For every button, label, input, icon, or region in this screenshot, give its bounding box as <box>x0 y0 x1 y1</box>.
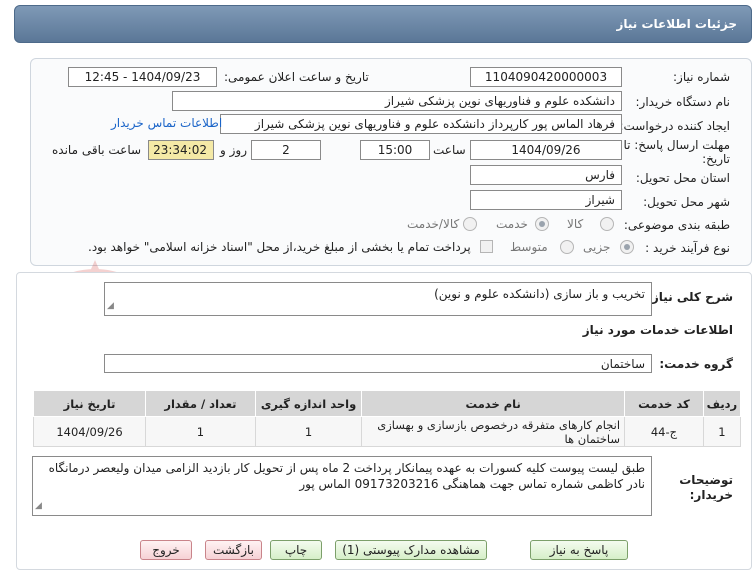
category-radio-khedmat[interactable] <box>535 217 549 231</box>
remaining-time-field: 23:34:02 <box>148 140 214 160</box>
need-number-label: شماره نیاز: <box>673 70 730 84</box>
page-title: جزئیات اطلاعات نیاز <box>616 17 737 31</box>
remaining-label: ساعت باقی مانده <box>52 143 142 157</box>
requester-label: ایجاد کننده درخواست: <box>619 119 730 133</box>
reply-button[interactable]: پاسخ به نیاز <box>530 540 628 560</box>
resize-grip-icon[interactable]: ◢ <box>35 498 42 514</box>
process-option-motevaset: متوسط <box>510 240 548 254</box>
need-info-panel <box>30 58 752 266</box>
description-text: تخریب و باز سازی (دانشکده علوم و نوین) <box>434 287 645 301</box>
deadline-date-field[interactable]: 1404/09/26 <box>470 140 622 160</box>
deadline-label: مهلت ارسال پاسخ: تا <box>623 138 730 152</box>
cell-service-code: ج-44 <box>624 416 704 447</box>
city-label: شهر محل تحویل: <box>643 195 730 209</box>
print-button[interactable]: چاپ <box>270 540 322 560</box>
resize-grip-icon[interactable]: ◢ <box>107 298 114 314</box>
category-option-kala: کالا <box>567 217 584 231</box>
category-option-khedmat: خدمت <box>496 217 528 231</box>
days-field[interactable]: 2 <box>251 140 321 160</box>
province-label: استان محل تحویل: <box>635 171 730 185</box>
cell-need-date: 1404/09/26 <box>32 416 147 447</box>
city-field[interactable]: شیراز <box>470 190 622 210</box>
cell-quantity: 1 <box>145 416 256 447</box>
buyer-notes-field[interactable]: طبق لیست پیوست کلیه کسورات به عهده پیمان… <box>32 456 652 516</box>
service-group-field[interactable]: ساختمان <box>104 354 652 373</box>
buyer-contact-link[interactable]: اطلاعات تماس خریدار <box>111 116 222 130</box>
payment-note: پرداخت تمام یا بخشی از مبلغ خرید،از محل … <box>88 240 471 254</box>
service-group-label: گروه خدمت: <box>659 357 733 371</box>
col-need-date: تاریخ نیاز <box>32 390 147 417</box>
announce-field[interactable]: 1404/09/23 - 12:45 <box>68 67 217 87</box>
need-number-field[interactable]: 1104090420000003 <box>470 67 622 87</box>
treasury-checkbox[interactable] <box>480 240 493 253</box>
process-radio-jozei[interactable] <box>620 240 634 254</box>
time-label: ساعت <box>433 143 466 157</box>
cell-row-number: 1 <box>702 416 742 447</box>
buyer-notes-label-2: خریدار: <box>689 488 733 502</box>
services-heading: اطلاعات خدمات مورد نیاز <box>582 323 733 337</box>
table-header-row: ردیف کد خدمت نام خدمت واحد اندازه گیری ت… <box>32 390 742 417</box>
buyer-notes-label: توضیحات <box>679 473 733 487</box>
col-unit: واحد اندازه گیری <box>254 390 363 417</box>
process-label: نوع فرآیند خرید : <box>645 241 730 255</box>
col-service-code: کد خدمت <box>624 390 704 417</box>
cell-service-name: انجام کارهای متفرقه درخصوص بازسازی و بهس… <box>361 416 626 447</box>
description-field[interactable]: تخریب و باز سازی (دانشکده علوم و نوین) ◢ <box>104 282 652 316</box>
cell-unit: 1 <box>254 416 363 447</box>
col-row-number: ردیف <box>702 390 742 417</box>
buyer-field[interactable]: دانشکده علوم و فناوریهای نوین پزشکی شیرا… <box>172 91 622 111</box>
col-quantity: تعداد / مقدار <box>145 390 256 417</box>
view-attachments-button[interactable]: مشاهده مدارک پیوستی (1) <box>335 540 487 560</box>
buyer-notes-text: طبق لیست پیوست کلیه کسورات به عهده پیمان… <box>48 461 645 491</box>
days-label: روز و <box>220 143 247 157</box>
deadline-date-label: تاریخ: <box>702 152 730 166</box>
buyer-label: نام دستگاه خریدار: <box>635 95 731 109</box>
category-radio-kala-khedmat[interactable] <box>463 217 477 231</box>
category-option-kala-khedmat: کالا/خدمت <box>407 217 460 231</box>
deadline-time-field[interactable]: 15:00 <box>360 140 430 160</box>
description-label: شرح کلی نیاز: <box>647 290 733 304</box>
table-row[interactable]: 1 ج-44 انجام کارهای متفرقه درخصوص بازساز… <box>32 416 742 447</box>
process-radio-motevaset[interactable] <box>560 240 574 254</box>
category-label: طبقه بندی موضوعی: <box>623 218 730 232</box>
process-option-jozei: جزیی <box>583 240 611 254</box>
exit-button[interactable]: خروج <box>140 540 192 560</box>
title-bar: جزئیات اطلاعات نیاز <box>14 5 752 43</box>
back-button[interactable]: بازگشت <box>205 540 262 560</box>
col-service-name: نام خدمت <box>361 390 626 417</box>
province-field[interactable]: فارس <box>470 165 622 185</box>
category-radio-kala[interactable] <box>600 217 614 231</box>
announce-label: تاریخ و ساعت اعلان عمومی: <box>224 70 369 84</box>
services-table: ردیف کد خدمت نام خدمت واحد اندازه گیری ت… <box>32 390 742 447</box>
requester-field[interactable]: فرهاد الماس پور کارپرداز دانشکده علوم و … <box>220 114 622 134</box>
